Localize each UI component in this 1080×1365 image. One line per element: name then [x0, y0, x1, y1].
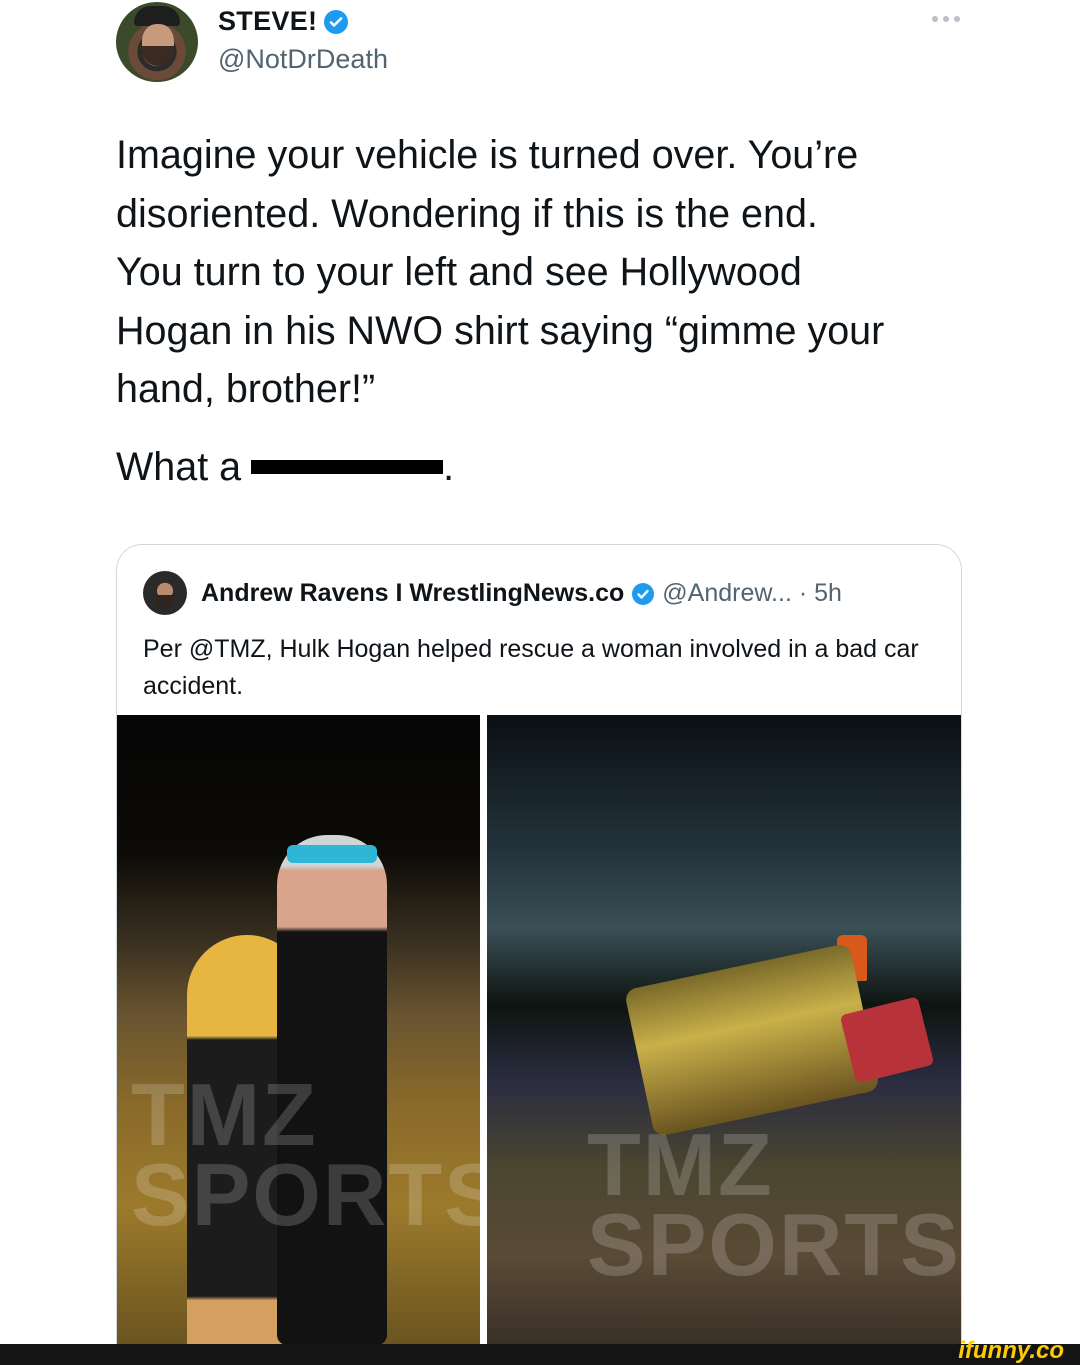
photo-watermark: TMZ SPORTS	[587, 1115, 961, 1294]
tweet-author-name-row[interactable]: STEVE!	[218, 6, 349, 37]
tweet-author-avatar[interactable]	[116, 2, 198, 82]
brand-watermark: ifunny.co	[958, 1337, 1064, 1364]
photo-overturned-car	[623, 942, 881, 1138]
quoted-tweet-card[interactable]: Andrew Ravens I WrestlingNews.co @Andrew…	[116, 544, 962, 1344]
tweet-author-handle[interactable]: @NotDrDeath	[218, 44, 388, 75]
quoted-author-avatar[interactable]	[143, 571, 187, 615]
dot	[943, 16, 949, 22]
quoted-photo-hogan-with-woman[interactable]: TMZ SPORTS	[117, 715, 480, 1344]
verified-badge-icon	[632, 582, 655, 605]
tweet-text-closing-prefix: What a	[116, 445, 242, 489]
verified-badge-icon	[324, 9, 349, 34]
avatar-cap	[134, 6, 180, 26]
quoted-author-name[interactable]: Andrew Ravens I WrestlingNews.co	[201, 579, 624, 608]
more-dots-icon[interactable]	[932, 16, 960, 22]
tweet-text-closing: What a .	[116, 438, 454, 496]
footer-bar	[0, 1344, 1080, 1365]
photo-watermark: TMZ SPORTS	[131, 1065, 480, 1244]
quoted-author-handle-time: @Andrew... · 5h	[662, 579, 842, 607]
dot	[954, 16, 960, 22]
quoted-photo-overturned-car[interactable]: TMZ SPORTS	[487, 715, 961, 1344]
quoted-tweet-text: Per @TMZ, Hulk Hogan helped rescue a wom…	[143, 635, 919, 700]
tweet-author-name[interactable]: STEVE!	[218, 6, 317, 37]
tweet-text: Imagine your vehicle is turned over. You…	[116, 133, 885, 411]
avatar-beard	[155, 595, 175, 609]
photo-bandana	[287, 845, 377, 863]
tweet-text-closing-suffix: .	[443, 445, 455, 489]
censor-bar	[251, 460, 444, 474]
dot	[932, 16, 938, 22]
avatar-beard	[142, 46, 174, 66]
quoted-tweet-header: Andrew Ravens I WrestlingNews.co @Andrew…	[201, 579, 842, 608]
